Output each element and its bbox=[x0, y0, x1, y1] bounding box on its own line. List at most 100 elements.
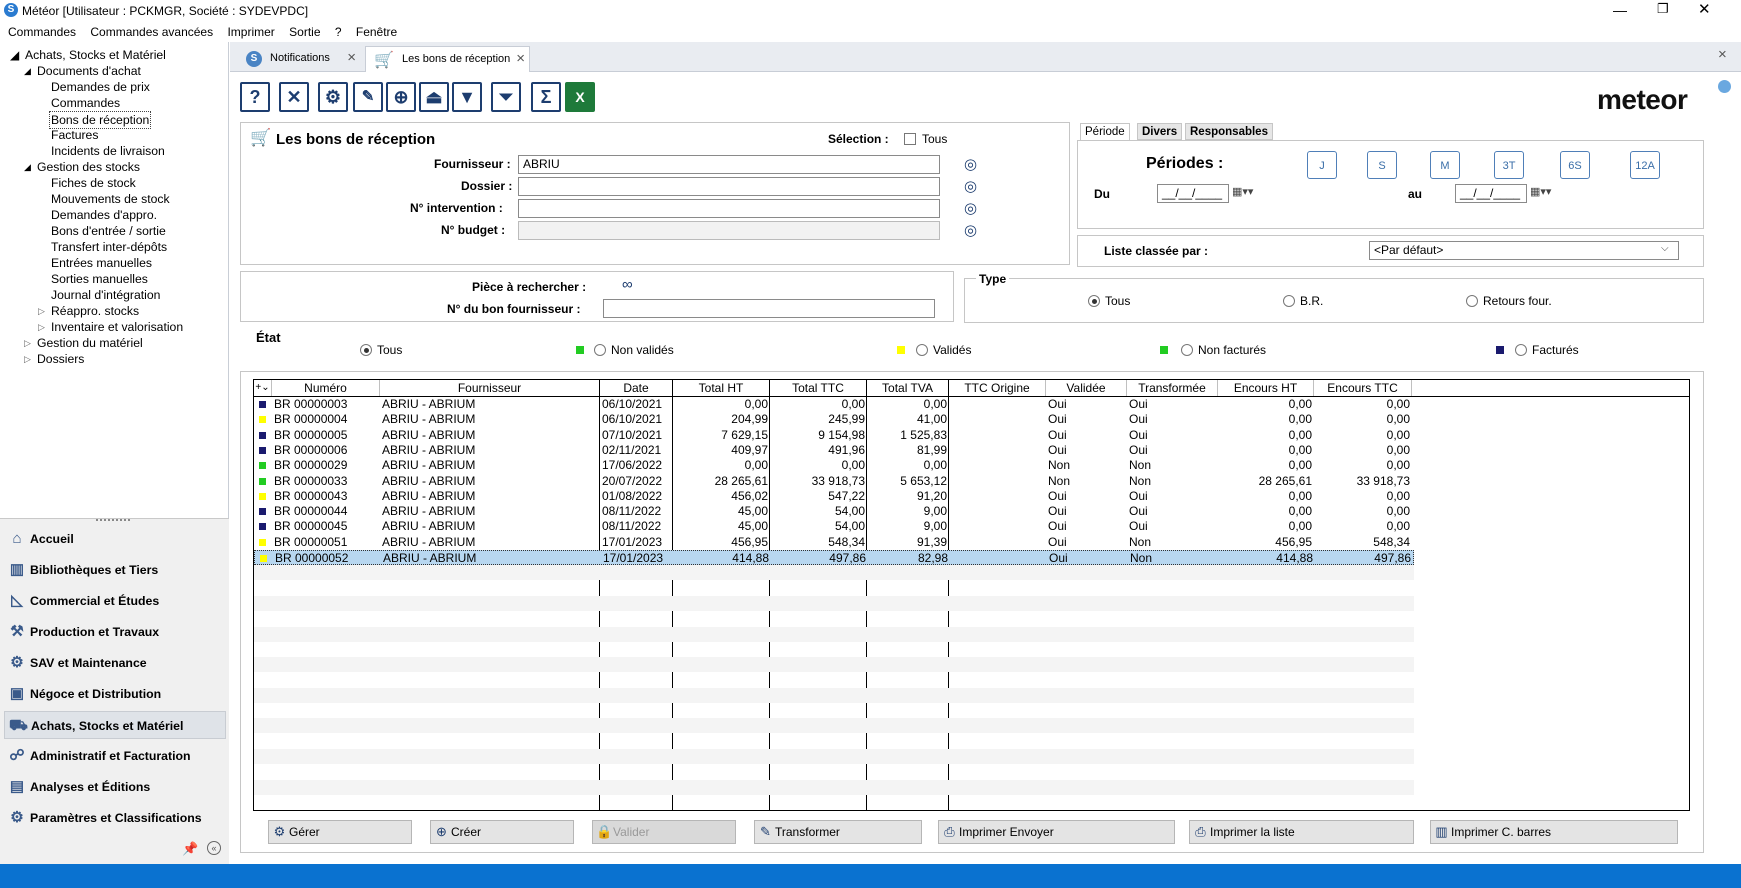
tab-bons-reception[interactable]: 🛒 Les bons de réception × bbox=[365, 46, 530, 72]
move-down-button[interactable]: ▼ bbox=[452, 82, 482, 112]
menu-fenetre[interactable]: Fenêtre bbox=[356, 22, 397, 42]
etat-valides-radio[interactable] bbox=[916, 344, 928, 356]
col-header-total-ttc[interactable]: Total TTC bbox=[770, 380, 867, 396]
tree-collapsed-icon[interactable]: ▷ bbox=[24, 335, 31, 351]
table-row[interactable]: BR 00000043 ABRIU - ABRIUM 01/08/2022 456,0… bbox=[254, 489, 1414, 504]
filter-button[interactable]: ⏷ bbox=[491, 82, 521, 112]
module-production[interactable]: ⚒ Production et Travaux bbox=[4, 618, 226, 646]
tree-item-commandes[interactable]: Commandes bbox=[51, 95, 120, 111]
module-parametres[interactable]: ⚙ Paramètres et Classifications bbox=[4, 804, 226, 832]
calendar-dropdown-icon[interactable]: ▦▾▾ bbox=[1232, 185, 1253, 198]
tree-collapsed-icon[interactable]: ▷ bbox=[24, 351, 31, 367]
dossier-input[interactable] bbox=[518, 177, 940, 196]
tree-materiel[interactable]: Gestion du matériel bbox=[37, 335, 143, 351]
module-commercial[interactable]: ◺ Commercial et Études bbox=[4, 587, 226, 615]
transformer-button[interactable]: ✎ Transformer bbox=[754, 820, 922, 844]
tree-item-mouvements[interactable]: Mouvements de stock bbox=[51, 191, 170, 207]
add-button[interactable]: ⊕ bbox=[386, 82, 416, 112]
table-row[interactable]: BR 00000045 ABRIU - ABRIUM 08/11/2022 45,00… bbox=[254, 519, 1414, 534]
etat-non-valides-radio[interactable] bbox=[594, 344, 606, 356]
calendar-trimestre-icon[interactable]: 3T bbox=[1494, 151, 1524, 179]
col-header-validee[interactable]: Validée bbox=[1046, 380, 1127, 396]
help-button[interactable]: ? bbox=[240, 82, 270, 112]
tree-dossiers[interactable]: Dossiers bbox=[37, 351, 84, 367]
splitter-handle[interactable] bbox=[96, 519, 130, 523]
table-row[interactable]: BR 00000005 ABRIU - ABRIUM 07/10/2021 7 629… bbox=[254, 428, 1414, 443]
calendar-jour-icon[interactable]: J bbox=[1307, 151, 1337, 179]
excel-button[interactable]: X bbox=[565, 82, 595, 112]
binoculars-icon[interactable]: ∞ bbox=[622, 276, 633, 293]
table-row[interactable]: BR 00000033 ABRIU - ABRIUM 20/07/2022 28 26… bbox=[254, 474, 1414, 489]
close-all-icon[interactable]: × bbox=[1718, 46, 1727, 63]
etat-non-factures-radio[interactable] bbox=[1181, 344, 1193, 356]
tree-item-factures[interactable]: Factures bbox=[51, 127, 98, 143]
bon-fournisseur-input[interactable] bbox=[603, 299, 935, 318]
tree-expander-icon[interactable]: ◢ bbox=[24, 159, 31, 175]
edit-button[interactable]: ✎ bbox=[353, 82, 383, 112]
pin-icon[interactable]: 📌 bbox=[182, 841, 198, 857]
tree-item-reappro[interactable]: Réappro. stocks bbox=[51, 303, 139, 319]
module-bibliotheques[interactable]: ▥ Bibliothèques et Tiers bbox=[4, 556, 226, 584]
tree-item-incidents[interactable]: Incidents de livraison bbox=[51, 143, 165, 159]
col-header-encours-ht[interactable]: Encours HT bbox=[1218, 380, 1314, 396]
tree-expander-icon[interactable]: ◢ bbox=[10, 47, 19, 63]
fournisseur-input[interactable]: ABRIU bbox=[518, 155, 940, 174]
creer-button[interactable]: ⊕ Créer bbox=[430, 820, 574, 844]
calendar-semestre-icon[interactable]: 6S bbox=[1560, 151, 1590, 179]
table-row[interactable]: BR 00000003 ABRIU - ABRIUM 06/10/2021 0,00 0… bbox=[254, 397, 1414, 412]
tree-item-bons-entree[interactable]: Bons d'entrée / sortie bbox=[51, 223, 166, 239]
etat-factures-radio[interactable] bbox=[1515, 344, 1527, 356]
move-up-button[interactable]: ⏏ bbox=[419, 82, 449, 112]
close-window-icon[interactable]: ✕ bbox=[1698, 0, 1711, 18]
valider-button[interactable]: 🔒 Valider bbox=[592, 820, 736, 844]
table-row[interactable]: BR 00000044 ABRIU - ABRIUM 08/11/2022 45,00… bbox=[254, 504, 1414, 519]
tree-collapsed-icon[interactable]: ▷ bbox=[38, 319, 45, 335]
calendar-annee-icon[interactable]: 12A bbox=[1630, 151, 1660, 179]
tree-stock[interactable]: Gestion des stocks bbox=[37, 159, 140, 175]
lookup-icon[interactable]: ◎ bbox=[964, 155, 977, 173]
type-retours-radio[interactable] bbox=[1466, 295, 1478, 307]
calendar-semaine-icon[interactable]: S bbox=[1367, 151, 1397, 179]
tree-item-fiches-stock[interactable]: Fiches de stock bbox=[51, 175, 136, 191]
intervention-input[interactable] bbox=[518, 199, 940, 218]
tri-select[interactable]: <Par défaut> bbox=[1369, 241, 1679, 260]
module-negoce[interactable]: ▣ Négoce et Distribution bbox=[4, 680, 226, 708]
imprimer-codes-barres-button[interactable]: ▥ Imprimer C. barres bbox=[1430, 820, 1678, 844]
module-analyses[interactable]: ▤ Analyses et Éditions bbox=[4, 773, 226, 801]
module-sav[interactable]: ⚙ SAV et Maintenance bbox=[4, 649, 226, 677]
sum-button[interactable]: Σ bbox=[531, 82, 561, 112]
col-header-ttc-origine[interactable]: TTC Origine bbox=[949, 380, 1046, 396]
restore-icon[interactable]: ❐ bbox=[1657, 1, 1669, 17]
budget-input[interactable] bbox=[518, 221, 940, 240]
tree-item-demandes-prix[interactable]: Demandes de prix bbox=[51, 79, 150, 95]
col-header-fournisseur[interactable]: Fournisseur bbox=[380, 380, 600, 396]
menu-help[interactable]: ? bbox=[335, 22, 342, 42]
etat-tous-radio[interactable] bbox=[360, 344, 372, 356]
close-tab-icon[interactable]: × bbox=[516, 47, 525, 71]
col-header-encours-ttc[interactable]: Encours TTC bbox=[1314, 380, 1412, 396]
table-row[interactable]: BR 00000029 ABRIU - ABRIUM 17/06/2022 0,00 0… bbox=[254, 458, 1414, 473]
tree-collapsed-icon[interactable]: ▷ bbox=[38, 303, 45, 319]
grid-options-icon[interactable]: +⌄ bbox=[254, 380, 272, 396]
gerer-button[interactable]: ⚙ Gérer bbox=[268, 820, 412, 844]
tree-item-journal[interactable]: Journal d'intégration bbox=[51, 287, 160, 303]
module-accueil[interactable]: ⌂ Accueil bbox=[4, 525, 226, 553]
col-header-transformee[interactable]: Transformée bbox=[1127, 380, 1218, 396]
tree-expander-icon[interactable]: ◢ bbox=[24, 63, 31, 79]
col-header-total-tva[interactable]: Total TVA bbox=[867, 380, 949, 396]
lookup-icon[interactable]: ◎ bbox=[964, 199, 977, 217]
tab-periode[interactable]: Période bbox=[1080, 123, 1130, 140]
menu-commandes-avancees[interactable]: Commandes avancées bbox=[90, 22, 213, 42]
lookup-icon[interactable]: ◎ bbox=[964, 221, 977, 239]
col-header-numero[interactable]: Numéro bbox=[272, 380, 380, 396]
tree-item-sorties[interactable]: Sorties manuelles bbox=[51, 271, 148, 287]
close-tab-icon[interactable]: × bbox=[347, 46, 356, 70]
module-administratif[interactable]: ☍ Administratif et Facturation bbox=[4, 742, 226, 770]
chevron-down-icon[interactable]: ⌵ bbox=[1661, 243, 1669, 254]
imprimer-envoyer-button[interactable]: ⎙ Imprimer Envoyer bbox=[938, 820, 1175, 844]
calendar-mois-icon[interactable]: M bbox=[1430, 151, 1460, 179]
minimize-icon[interactable]: — bbox=[1613, 2, 1627, 18]
tree-docs[interactable]: Documents d'achat bbox=[37, 63, 141, 79]
type-br-radio[interactable] bbox=[1283, 295, 1295, 307]
tree-item-entrees[interactable]: Entrées manuelles bbox=[51, 255, 152, 271]
